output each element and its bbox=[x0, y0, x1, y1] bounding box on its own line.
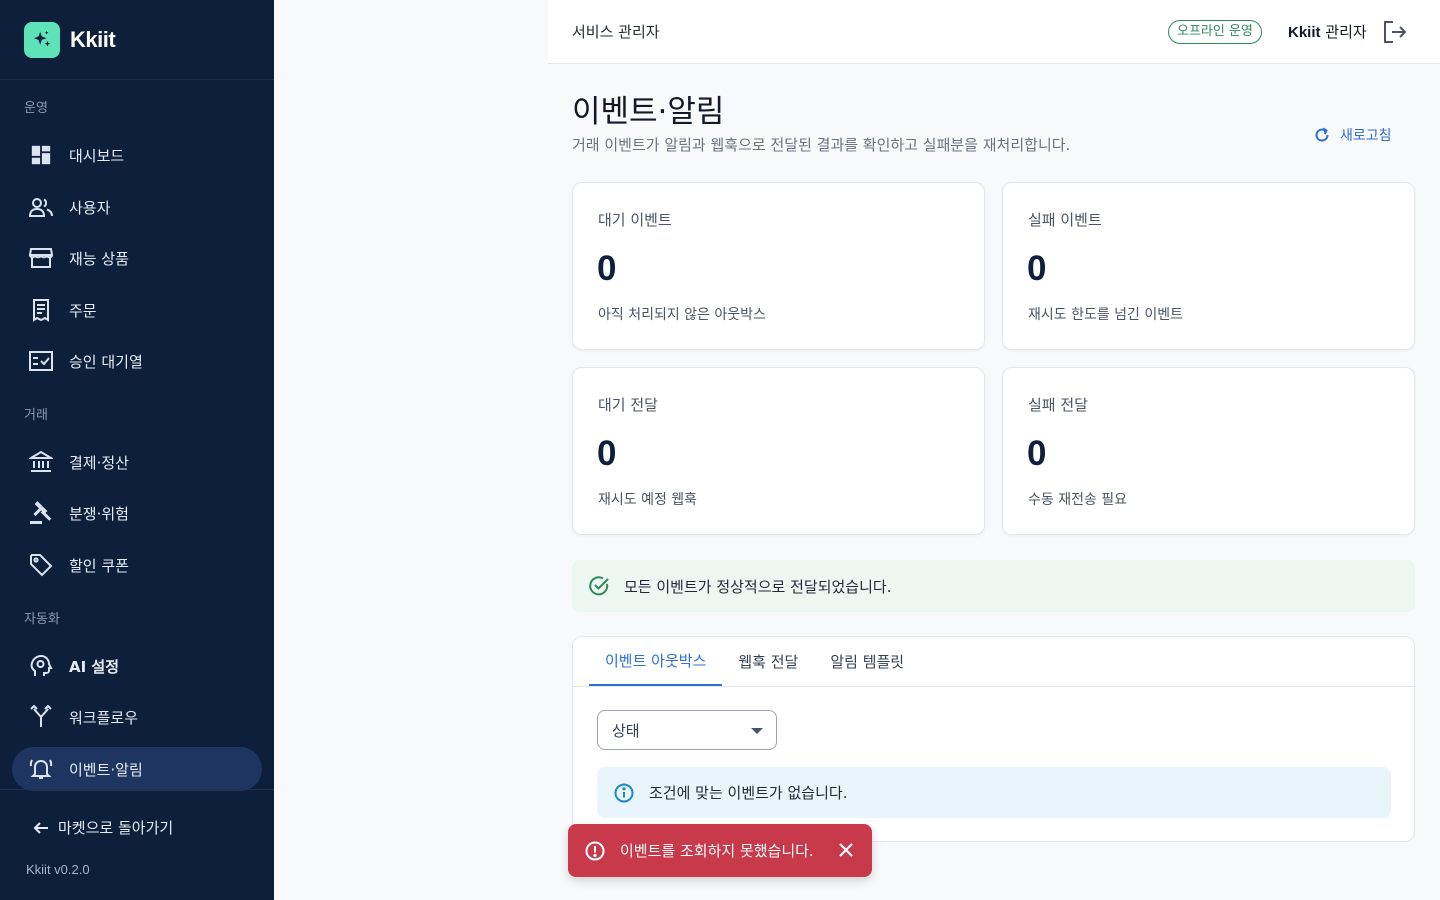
stat-value: 0 bbox=[1027, 249, 1047, 288]
sparkle-icon bbox=[24, 21, 60, 58]
sidebar-item-label: 결제·정산 bbox=[69, 453, 129, 472]
stat-subtext: 재시도 예정 웹훅 bbox=[598, 492, 698, 508]
users-icon bbox=[28, 194, 54, 220]
sidebar-item-orders[interactable]: 주문 bbox=[12, 288, 262, 332]
refresh-icon bbox=[1315, 127, 1329, 142]
bank-icon bbox=[28, 449, 54, 475]
sidebar-item-label: 할인 쿠폰 bbox=[69, 556, 129, 575]
store-icon bbox=[28, 245, 54, 271]
tab-bar: 이벤트 아웃박스 웹훅 전달 알림 템플릿 bbox=[589, 637, 920, 686]
stat-label: 실패 이벤트 bbox=[1028, 211, 1102, 229]
version-label: Kkiit v0.2.0 bbox=[26, 862, 90, 877]
stat-subtext: 재시도 한도를 넘긴 이벤트 bbox=[1028, 307, 1184, 323]
section-title-automation: 자동화 bbox=[24, 612, 60, 627]
tag-icon bbox=[28, 552, 54, 578]
workflow-icon bbox=[28, 704, 54, 730]
tab-event-outbox[interactable]: 이벤트 아웃박스 bbox=[589, 637, 723, 686]
tab-notification-templates[interactable]: 알림 템플릿 bbox=[814, 637, 920, 686]
events-panel: 이벤트 아웃박스 웹훅 전달 알림 템플릿 상태 조건에 맞는 이벤트가 없습니… bbox=[572, 636, 1415, 842]
info-alert: 조건에 맞는 이벤트가 없습니다. bbox=[597, 767, 1391, 818]
success-alert-text: 모든 이벤트가 정상적으로 전달되었습니다. bbox=[624, 577, 892, 596]
ai-brain-icon bbox=[28, 653, 54, 679]
sidebar-item-label: 주문 bbox=[69, 301, 97, 320]
stat-card-failed-events: 실패 이벤트 0 재시도 한도를 넘긴 이벤트 bbox=[1002, 182, 1415, 350]
sidebar-item-disputes[interactable]: 분쟁·위험 bbox=[12, 491, 262, 535]
bell-icon bbox=[28, 756, 54, 782]
sidebar-item-events-notifications[interactable]: 이벤트·알림 bbox=[12, 747, 262, 791]
stat-value: 0 bbox=[597, 434, 617, 473]
page-description: 거래 이벤트가 알림과 웹훅으로 전달된 결과를 확인하고 실패분을 재처리합니… bbox=[572, 136, 1071, 154]
logout-button[interactable] bbox=[1382, 19, 1408, 45]
refresh-button[interactable]: 새로고침 bbox=[1314, 125, 1392, 145]
tabs-divider bbox=[573, 686, 1414, 687]
stat-subtext: 수동 재전송 필요 bbox=[1028, 492, 1128, 508]
checklist-icon bbox=[28, 348, 54, 374]
error-toast: 이벤트를 조회하지 못했습니다. bbox=[568, 824, 872, 877]
admin-brand: Kkiit bbox=[1288, 24, 1321, 41]
sidebar-item-label: 재능 상품 bbox=[69, 249, 129, 268]
sidebar-item-products[interactable]: 재능 상품 bbox=[12, 236, 262, 280]
stat-value: 0 bbox=[1027, 434, 1047, 473]
sidebar-item-label: 분쟁·위험 bbox=[69, 504, 129, 523]
sidebar-item-users[interactable]: 사용자 bbox=[12, 185, 262, 229]
caret-down-icon bbox=[751, 728, 763, 734]
sidebar-item-ai-settings[interactable]: AI 설정 bbox=[12, 644, 262, 688]
arrow-left-icon bbox=[33, 821, 48, 834]
logout-icon bbox=[1384, 21, 1407, 43]
dashboard-icon bbox=[28, 142, 54, 168]
sidebar-item-payments[interactable]: 결제·정산 bbox=[12, 440, 262, 484]
stat-subtext: 아직 처리되지 않은 아웃박스 bbox=[598, 307, 766, 323]
sidebar-item-approval-queue[interactable]: 승인 대기열 bbox=[12, 339, 262, 383]
stat-card-pending-deliveries: 대기 전달 0 재시도 예정 웹훅 bbox=[572, 367, 985, 535]
back-to-market-link[interactable]: 마켓으로 돌아가기 bbox=[32, 817, 173, 838]
status-badge: 오프라인 운영 bbox=[1168, 20, 1262, 44]
info-alert-text: 조건에 맞는 이벤트가 없습니다. bbox=[649, 784, 848, 802]
topbar-title: 서비스 관리자 bbox=[572, 23, 660, 41]
status-filter-label: 상태 bbox=[612, 721, 640, 740]
section-title-operations: 운영 bbox=[24, 101, 48, 116]
refresh-label: 새로고침 bbox=[1340, 128, 1392, 144]
stat-label: 실패 전달 bbox=[1028, 396, 1088, 414]
admin-name: Kkiit 관리자 bbox=[1288, 21, 1367, 42]
admin-role: 관리자 bbox=[1325, 23, 1367, 41]
tab-webhook-deliveries[interactable]: 웹훅 전달 bbox=[722, 637, 814, 686]
sidebar-item-label: 이벤트·알림 bbox=[69, 760, 143, 779]
stat-value: 0 bbox=[597, 249, 617, 288]
sidebar-item-workflow[interactable]: 워크플로우 bbox=[12, 695, 262, 739]
sidebar-item-label: 워크플로우 bbox=[69, 708, 139, 727]
close-icon bbox=[839, 843, 853, 857]
status-filter-select[interactable]: 상태 bbox=[597, 710, 777, 750]
toast-message: 이벤트를 조회하지 못했습니다. bbox=[620, 842, 814, 860]
sidebar-item-label: AI 설정 bbox=[69, 657, 120, 676]
stat-card-pending-events: 대기 이벤트 0 아직 처리되지 않은 아웃박스 bbox=[572, 182, 985, 350]
toast-close-button[interactable] bbox=[836, 840, 856, 860]
sidebar-item-label: 사용자 bbox=[69, 198, 111, 217]
check-circle-icon bbox=[589, 576, 609, 596]
receipt-icon bbox=[28, 297, 54, 323]
topbar: 서비스 관리자 오프라인 운영 Kkiit 관리자 bbox=[548, 0, 1440, 64]
brand-name: Kkiit bbox=[70, 26, 116, 52]
stat-label: 대기 전달 bbox=[598, 396, 658, 414]
back-link-label: 마켓으로 돌아가기 bbox=[58, 819, 174, 837]
page-title: 이벤트·알림 bbox=[572, 94, 725, 130]
success-alert: 모든 이벤트가 정상적으로 전달되었습니다. bbox=[572, 560, 1415, 612]
sidebar-item-label: 승인 대기열 bbox=[69, 352, 143, 371]
sidebar: Kkiit 운영 대시보드 사용자 재능 상품 주문 승인 대기열 거래 결제·… bbox=[0, 0, 274, 900]
gavel-icon bbox=[28, 500, 54, 526]
stat-label: 대기 이벤트 bbox=[598, 211, 672, 229]
sidebar-item-dashboard[interactable]: 대시보드 bbox=[12, 133, 262, 177]
sidebar-item-label: 대시보드 bbox=[69, 146, 125, 165]
error-icon bbox=[585, 841, 605, 860]
info-icon bbox=[614, 783, 634, 802]
sidebar-footer: 마켓으로 돌아가기 Kkiit v0.2.0 bbox=[0, 789, 274, 900]
stat-card-failed-deliveries: 실패 전달 0 수동 재전송 필요 bbox=[1002, 367, 1415, 535]
sidebar-item-coupons[interactable]: 할인 쿠폰 bbox=[12, 543, 262, 587]
brand[interactable]: Kkiit bbox=[0, 0, 274, 80]
section-title-transactions: 거래 bbox=[24, 408, 48, 423]
